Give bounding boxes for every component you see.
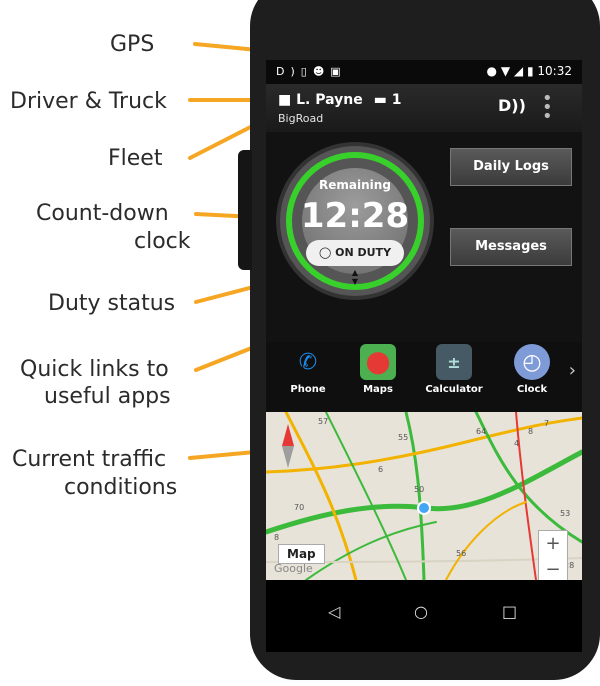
app-clock[interactable]: ◴ Clock [502,344,562,395]
home-icon[interactable]: ○ [414,602,428,621]
zoom-in-button[interactable]: + [539,531,567,557]
person-icon: ■ [278,92,292,108]
countdown-clock[interactable]: Remaining 12:28 ◯ ON DUTY ▲ ▼ [280,146,430,296]
bluetooth-connection-icon[interactable]: D)) [498,96,526,115]
duty-toggle-icon[interactable]: ▲ ▼ [280,268,430,286]
phone-screen: D)▯☻▣ ● ▼ ◢ ▮ 10:32 ■ L. Payne ▬ 1 BigRo… [266,60,582,652]
messages-button[interactable]: Messages [450,228,572,266]
callout-driver-truck: Driver & Truck [10,89,167,114]
truck-number: 1 [391,92,402,108]
zoom-out-button[interactable]: − [539,557,567,580]
callout-traffic-1: Current traffic [12,447,167,472]
sd-icon: ▯ [300,65,313,78]
app-label: Calculator [425,384,483,395]
overflow-menu-icon[interactable]: • • • [542,90,553,126]
quick-links-bar: ✆ Phone ⬤ Maps ± Calculator ◴ Clock › [266,342,582,412]
google-logo: Google [274,562,313,575]
road-label: 53 [560,509,570,518]
battery-icon: ▮ [526,64,534,78]
calculator-icon: ± [436,344,472,380]
status-left-icons: D)▯☻▣ [276,65,347,78]
nav-bar: ◁ ○ □ [266,580,582,652]
app-label: Maps [363,384,393,395]
callout-quick-links-1: Quick links to [20,357,169,382]
road-label: 57 [318,417,328,426]
phone-icon: ✆ [298,349,318,375]
callout-countdown-1: Count-down [36,201,169,226]
android-icon: ☻ [312,65,331,78]
road-label: 70 [294,503,304,512]
fleet-name: BigRoad [278,112,324,125]
daily-logs-button[interactable]: Daily Logs [450,148,572,186]
app-label: Clock [516,384,548,395]
road-label: 50 [414,485,424,494]
callout-fleet: Fleet [108,146,163,171]
road-label: 6 [378,465,383,474]
image-icon: ▣ [330,65,347,78]
status-bar: D)▯☻▣ ● ▼ ◢ ▮ 10:32 [266,60,582,84]
traffic-map[interactable]: 57 55 64 4 8 7 6 50 70 53 8 56 28 Map Go… [266,412,582,580]
driver-name: L. Payne [296,92,363,108]
app-label: Phone [290,384,326,395]
location-icon: ● [486,64,498,78]
duty-status-label: ON DUTY [335,246,392,259]
remaining-label: Remaining [319,178,391,192]
road-label: 55 [398,433,408,442]
road-label: 7 [544,419,549,428]
zoom-control: + − [538,530,568,580]
phone-side-button [238,150,252,270]
status-right: ● ▼ ◢ ▮ 10:32 [487,64,572,78]
app-phone[interactable]: ✆ Phone [278,344,338,396]
callout-traffic-2: conditions [64,475,178,500]
road-label: 4 [514,439,519,448]
clock-icon: ◴ [514,344,550,380]
signal-icon: ◢ [513,64,524,78]
app-bar: ■ L. Payne ▬ 1 BigRoad D)) • • • [266,84,582,132]
dashboard: Remaining 12:28 ◯ ON DUTY ▲ ▼ Daily Logs … [266,132,582,342]
map-type-button[interactable]: Map [278,544,325,564]
road-label: 8 [274,533,279,542]
road-label: 8 [528,427,533,436]
wifi-icon: ▼ [500,64,511,78]
callout-duty-status: Duty status [48,291,176,316]
maps-icon: ⬤ [360,344,396,380]
status-time: 10:32 [537,64,572,78]
driver-truck-info[interactable]: ■ L. Payne ▬ 1 [278,92,401,108]
back-icon[interactable]: ◁ [328,602,340,621]
callout-gps: GPS [110,32,155,57]
road-label: 64 [476,427,486,436]
callout-countdown-2: clock [134,229,191,254]
callout-quick-links-2: useful apps [44,384,171,409]
duty-status-button[interactable]: ◯ ON DUTY [306,240,404,266]
recents-icon[interactable]: □ [502,602,517,621]
road-label: 56 [456,549,466,558]
app-maps[interactable]: ⬤ Maps [348,344,408,395]
duty-circle-icon: ◯ [318,246,332,259]
bluetooth-data-icon: D) [276,65,301,78]
current-location-marker [417,501,431,515]
truck-icon: ▬ [373,92,387,108]
compass-south-icon [282,446,294,468]
remaining-time: 12:28 [300,196,410,236]
chevron-right-icon[interactable]: › [569,360,576,381]
app-calculator[interactable]: ± Calculator [424,344,484,395]
